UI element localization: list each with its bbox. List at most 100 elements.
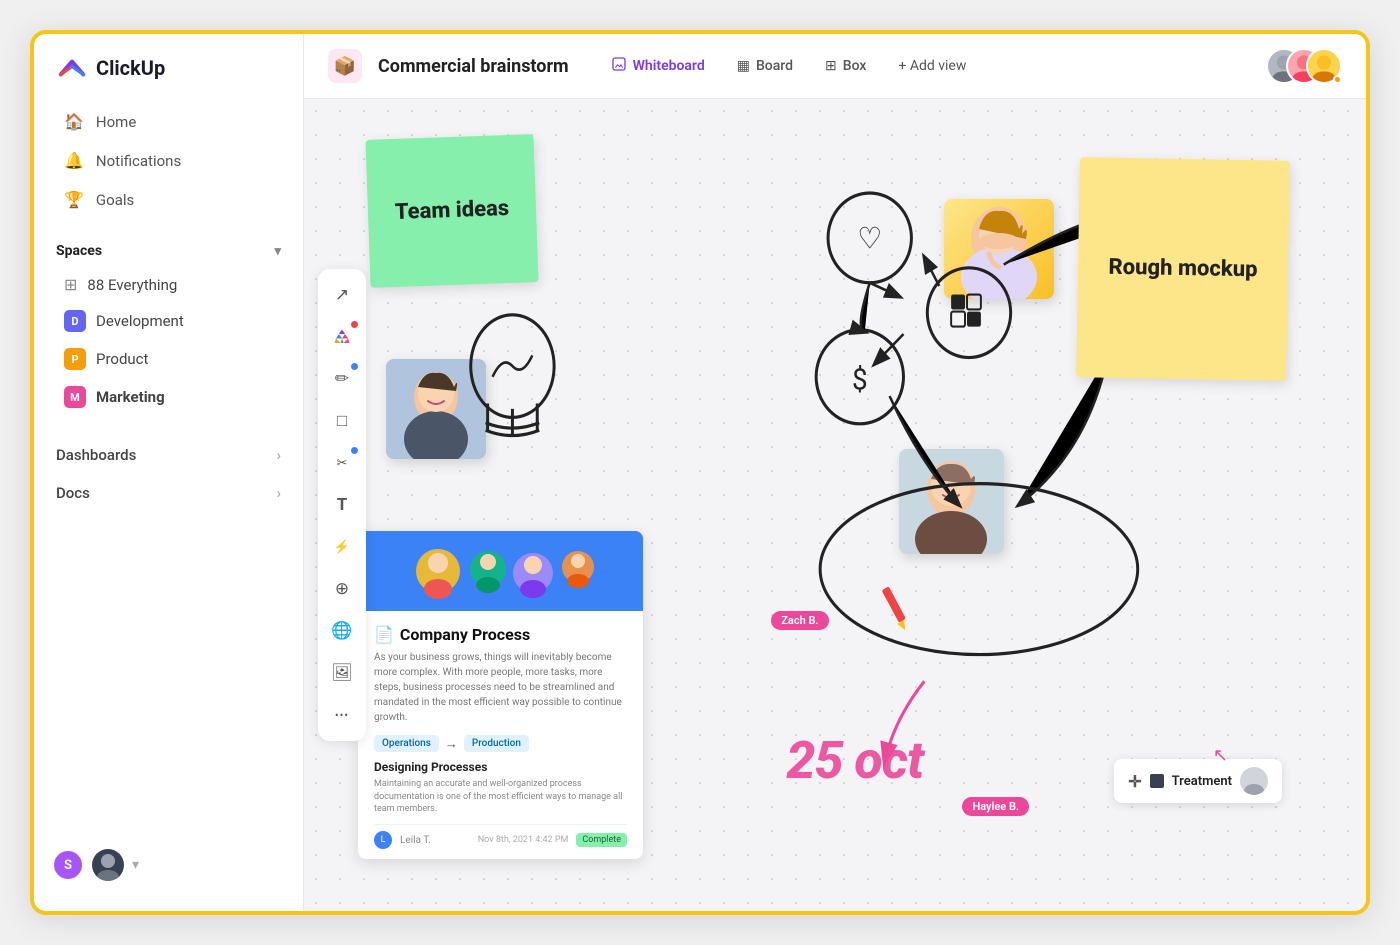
marketing-badge: M xyxy=(64,386,86,408)
sidebar-item-marketing[interactable]: M Marketing xyxy=(42,378,295,416)
flow-to: Production xyxy=(464,735,529,752)
tab-box[interactable]: ⊞ Box xyxy=(811,52,880,80)
sidebar-item-everything[interactable]: ⊞ 88 Everything xyxy=(42,267,295,302)
sidebar-dashboards[interactable]: Dashboards › xyxy=(42,436,295,474)
whiteboard-tab-icon xyxy=(611,56,627,76)
treatment-color-box xyxy=(1150,774,1164,788)
docs-chevron: › xyxy=(276,484,281,502)
board-tab-icon: ▦ xyxy=(737,58,750,74)
toolbar-left: ↗ ✏ □ ✂ T ⚡ ⊕ 🌐 xyxy=(318,269,366,741)
doc-card-text: As your business grows, things will inev… xyxy=(374,650,627,725)
tab-board[interactable]: ▦ Board xyxy=(723,52,807,80)
flow-from: Operations xyxy=(374,735,439,752)
doc-footer-name: Leila T. xyxy=(400,835,431,846)
cursor-label-haylee: Haylee B. xyxy=(962,797,1029,816)
sidebar-docs[interactable]: Docs › xyxy=(42,474,295,512)
sticky-note-team-ideas[interactable]: Team ideas xyxy=(365,134,538,288)
nav-goals-label: Goals xyxy=(96,191,134,209)
sticky-yellow-text: Rough mockup xyxy=(1108,254,1257,283)
app-name: ClickUp xyxy=(96,56,165,80)
tool-text[interactable]: T xyxy=(324,487,360,523)
dashboards-chevron: › xyxy=(276,446,281,464)
nav-notifications[interactable]: 🔔 Notifications xyxy=(42,141,295,180)
sidebar-item-product[interactable]: P Product xyxy=(42,340,295,378)
tool-image[interactable]: 🖼 xyxy=(324,655,360,691)
doc-sub-text: Maintaining an accurate and well-organiz… xyxy=(374,778,627,816)
page-icon: 📦 xyxy=(328,49,362,83)
board-tab-label: Board xyxy=(756,58,793,74)
doc-card-footer: L Leila T. Nov 8th, 2021 4:42 PM Complet… xyxy=(374,824,627,849)
sticky-note-rough-mockup[interactable]: Rough mockup xyxy=(1076,157,1290,381)
sidebar-everything-label: 88 Everything xyxy=(87,276,177,294)
logo-area[interactable]: ClickUp xyxy=(34,52,303,102)
avatar-3 xyxy=(1314,48,1342,84)
page-title: Commercial brainstorm xyxy=(378,56,569,77)
doc-card-flow: Operations → Production xyxy=(374,735,627,752)
spaces-section-header[interactable]: Spaces ▾ xyxy=(34,235,303,267)
development-badge: D xyxy=(64,310,86,332)
topbar: 📦 Commercial brainstorm Whiteboard ▦ Boa… xyxy=(304,34,1366,99)
sidebar-product-label: Product xyxy=(96,350,148,368)
sidebar-footer: S ▾ xyxy=(34,837,303,893)
doc-footer-avatar: L xyxy=(374,831,392,849)
treatment-avatar xyxy=(1240,767,1268,795)
spaces-label: Spaces xyxy=(56,243,102,259)
nav-notifications-label: Notifications xyxy=(96,152,181,170)
user-dropdown-arrow[interactable]: ▾ xyxy=(132,857,139,873)
dashboards-label: Dashboards xyxy=(56,446,136,464)
topbar-avatars xyxy=(1266,48,1342,84)
doc-card-body: 📄 Company Process As your business grows… xyxy=(358,611,643,859)
svg-text:$: $ xyxy=(852,363,868,398)
tab-whiteboard[interactable]: Whiteboard xyxy=(597,50,719,82)
sidebar-marketing-label: Marketing xyxy=(96,388,165,406)
doc-card-title: 📄 Company Process xyxy=(374,625,627,644)
box-tab-label: Box xyxy=(843,58,867,74)
doc-card-header xyxy=(358,531,643,611)
flow-arrow-icon: → xyxy=(445,736,458,752)
tool-connect[interactable]: ⊕ xyxy=(324,571,360,607)
document-card[interactable]: 📄 Company Process As your business grows… xyxy=(358,531,643,859)
doc-sub-title: Designing Processes xyxy=(374,760,627,774)
treatment-card[interactable]: ✛ Treatment xyxy=(1114,759,1282,803)
docs-label: Docs xyxy=(56,484,90,502)
tool-more[interactable]: ••• xyxy=(324,697,360,733)
add-view-label: + Add view xyxy=(898,58,966,74)
tool-select[interactable]: ↗ xyxy=(324,277,360,313)
sidebar-item-development[interactable]: D Development xyxy=(42,302,295,340)
clickup-logo-icon xyxy=(56,52,88,84)
nav-goals[interactable]: 🏆 Goals xyxy=(42,180,295,219)
collaborator-avatars xyxy=(1266,48,1342,84)
user-avatar-s[interactable]: S xyxy=(52,849,84,881)
oct-text: 25 oct xyxy=(786,730,923,791)
whiteboard-tab-label: Whiteboard xyxy=(633,58,705,74)
nav-home-label: Home xyxy=(96,113,136,131)
svg-text:♡: ♡ xyxy=(857,222,882,257)
doc-icon: 📄 xyxy=(374,625,394,644)
product-badge: P xyxy=(64,348,86,370)
doc-footer-date: Nov 8th, 2021 4:42 PM xyxy=(478,835,569,845)
user-avatar-2[interactable] xyxy=(92,849,124,881)
trophy-icon: 🏆 xyxy=(64,190,84,209)
box-tab-icon: ⊞ xyxy=(825,58,837,74)
grid-icon: ⊞ xyxy=(64,275,77,294)
tool-embed[interactable]: 🌐 xyxy=(324,613,360,649)
add-view-button[interactable]: + Add view xyxy=(884,52,980,80)
chevron-down-icon: ▾ xyxy=(274,244,281,259)
bell-icon: 🔔 xyxy=(64,151,84,170)
move-icon: ✛ xyxy=(1128,772,1141,791)
whiteboard-canvas[interactable]: ↗ ✏ □ ✂ T ⚡ ⊕ 🌐 xyxy=(304,99,1366,911)
sidebar: ClickUp 🏠 Home 🔔 Notifications 🏆 Goals S… xyxy=(34,34,304,911)
cursor-arrow: ↖ xyxy=(1213,745,1228,766)
home-icon: 🏠 xyxy=(64,112,84,131)
sticky-green-text: Team ideas xyxy=(394,196,509,226)
tool-smart[interactable]: ⚡ xyxy=(324,529,360,565)
sidebar-bottom-sections: Dashboards › Docs › xyxy=(34,432,303,516)
nav-home[interactable]: 🏠 Home xyxy=(42,102,295,141)
person-image-top xyxy=(944,199,1054,299)
treatment-label: Treatment xyxy=(1172,774,1232,789)
main-content: 📦 Commercial brainstorm Whiteboard ▦ Boa… xyxy=(304,34,1366,911)
tool-shape[interactable]: □ xyxy=(324,403,360,439)
sidebar-development-label: Development xyxy=(96,312,184,330)
person-image-center xyxy=(899,449,1004,554)
view-tabs: Whiteboard ▦ Board ⊞ Box + Add view xyxy=(597,50,981,82)
